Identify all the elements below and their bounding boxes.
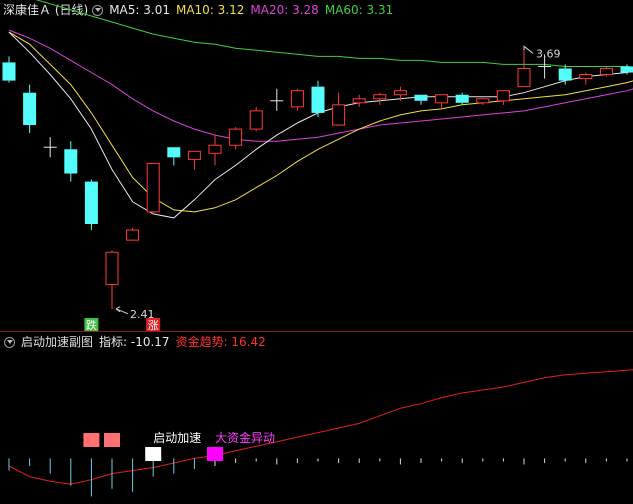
- candle-body: [311, 86, 325, 113]
- candle-body: [187, 150, 201, 160]
- signal-label: 跌: [86, 318, 97, 332]
- candle-body: [229, 128, 243, 146]
- candle[interactable]: [414, 94, 428, 105]
- candle[interactable]: [146, 162, 160, 214]
- candle-body: [455, 94, 469, 103]
- signal-label: 涨: [148, 319, 159, 332]
- candle-body: [352, 98, 366, 104]
- signal-marker: [83, 433, 100, 447]
- candle[interactable]: [496, 90, 510, 105]
- candle-body: [2, 62, 16, 81]
- candle[interactable]: [105, 250, 119, 309]
- candle-body: [579, 74, 593, 80]
- candle[interactable]: [435, 94, 449, 109]
- signal-marker: 大资金异动: [207, 430, 275, 461]
- candle[interactable]: [373, 92, 387, 105]
- candle-body: [620, 66, 633, 73]
- candle[interactable]: [43, 137, 57, 158]
- candle-body: [84, 181, 98, 225]
- price-annotation-high: 3.69: [523, 45, 561, 60]
- candle[interactable]: [64, 141, 78, 182]
- candle-body: [167, 147, 181, 158]
- candle-body: [105, 251, 119, 286]
- candle-body: [208, 144, 222, 154]
- candle[interactable]: [187, 150, 201, 170]
- trend-line: [8, 369, 633, 485]
- candle[interactable]: [352, 94, 366, 107]
- candle-body: [249, 110, 263, 130]
- candle-body: [599, 67, 613, 76]
- candle-body: [517, 67, 531, 88]
- candle-body: [414, 94, 428, 101]
- candle-body: [290, 90, 304, 108]
- candle-body: [558, 68, 572, 81]
- candle-body: [496, 90, 510, 102]
- candle[interactable]: [476, 98, 490, 105]
- candle[interactable]: [229, 127, 243, 150]
- signal-marker: [104, 433, 120, 447]
- candle[interactable]: [208, 135, 222, 166]
- candle-body: [476, 98, 490, 104]
- candle-body: [23, 92, 37, 126]
- candle[interactable]: [290, 88, 304, 111]
- candle[interactable]: [455, 92, 469, 105]
- candle[interactable]: [311, 80, 325, 117]
- signal-tag: 跌: [84, 318, 99, 332]
- candle-body: [64, 149, 78, 174]
- candle[interactable]: [270, 88, 284, 111]
- candle[interactable]: [579, 72, 593, 85]
- candle[interactable]: [167, 147, 181, 166]
- candle[interactable]: [249, 106, 263, 132]
- annotation-label: 3.69: [536, 47, 561, 60]
- signal-marker: 启动加速: [145, 431, 201, 461]
- candle[interactable]: [2, 56, 16, 83]
- candlestick-chart[interactable]: 3.692.41跌涨 启动加速 大资金异动: [0, 0, 633, 504]
- candle-body: [146, 162, 160, 213]
- candle[interactable]: [517, 50, 531, 88]
- candle-body: [435, 94, 449, 104]
- marker-label: 启动加速: [153, 431, 201, 445]
- candle[interactable]: [332, 92, 346, 126]
- candle[interactable]: [126, 228, 140, 241]
- candle[interactable]: [84, 179, 98, 231]
- candle-body: [332, 104, 346, 126]
- candle[interactable]: [23, 84, 37, 134]
- signal-tag: 涨: [146, 318, 161, 332]
- candle-body: [393, 90, 407, 96]
- marker-label: 大资金异动: [215, 430, 275, 445]
- candle-body: [373, 94, 387, 100]
- candle-body: [126, 229, 140, 241]
